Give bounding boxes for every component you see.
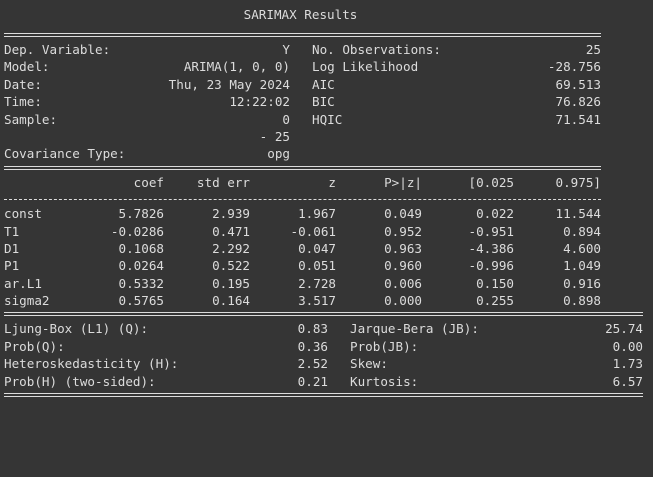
- coef-table-header: coef std err z P>|z| [0.025 0.975]: [4, 174, 649, 191]
- diagnostic-row: Ljung-Box (L1) (Q): 0.83 Jarque-Bera (JB…: [4, 320, 649, 337]
- info-row: Model: ARIMA(1, 0, 0) Log Likelihood -28…: [4, 58, 649, 75]
- model-info-section: Dep. Variable: Y No. Observations: 25 Mo…: [4, 41, 649, 163]
- info-right-value: 25: [585, 42, 601, 57]
- info-left-value: ARIMA(1, 0, 0): [183, 59, 290, 75]
- info-row: - 25: [4, 128, 649, 145]
- info-left-value: 0: [282, 111, 290, 127]
- table-row: const 5.7826 2.939 1.967 0.049 0.022 11.…: [4, 205, 649, 222]
- diagnostic-right-value: 6.57: [612, 373, 643, 389]
- column-header: 0.975]: [555, 174, 602, 190]
- diagnostic-row: Prob(H) (two-sided): 0.21 Kurtosis: 6.57: [4, 373, 649, 390]
- table-row: D1 0.1068 2.292 0.047 0.963 -4.386 4.600: [4, 240, 649, 257]
- sarimax-results-output: SARIMAX Results Dep. Variable: Y No. Obs…: [4, 0, 649, 401]
- info-right-value: 76.826: [555, 94, 602, 110]
- dashed-rule: [4, 199, 601, 201]
- diagnostic-right-value: 25.74: [605, 321, 643, 337]
- info-row: Time: 12:22:02 BIC 76.826: [4, 93, 649, 110]
- info-row: Sample: 0 HQIC 71.541: [4, 111, 649, 128]
- ci-high-cell: 0.916: [563, 275, 601, 291]
- info-right-value: -28.756: [547, 59, 601, 75]
- ci-high-cell: 1.049: [563, 258, 601, 274]
- table-row: T1 -0.0286 0.471 -0.061 0.952 -0.951 0.8…: [4, 223, 649, 240]
- info-left-value: Y: [282, 42, 290, 57]
- info-row: Covariance Type: opg: [4, 145, 649, 162]
- table-row: ar.L1 0.5332 0.195 2.728 0.006 0.150 0.9…: [4, 275, 649, 292]
- ci-high-cell: 0.894: [563, 223, 601, 239]
- ci-high-cell: 0.898: [563, 293, 601, 309]
- diagnostics-section: Ljung-Box (L1) (Q): 0.83 Jarque-Bera (JB…: [4, 320, 649, 390]
- double-rule: [4, 312, 643, 317]
- double-rule: [4, 393, 643, 398]
- info-right-value: 71.541: [555, 111, 602, 127]
- diagnostic-row: Prob(Q): 0.36 Prob(JB): 0.00: [4, 338, 649, 355]
- coef-table: coef std err z P>|z| [0.025 0.975] const…: [4, 174, 649, 310]
- diagnostic-left-value: 0.21: [297, 373, 328, 389]
- double-rule: [4, 165, 601, 170]
- info-row: Dep. Variable: Y No. Observations: 25: [4, 41, 649, 58]
- diagnostic-row: Heteroskedasticity (H): 2.52 Skew: 1.73: [4, 355, 649, 372]
- table-row: P1 0.0264 0.522 0.051 0.960 -0.996 1.049: [4, 257, 649, 274]
- diagnostic-left-value: 2.52: [297, 356, 328, 372]
- table-row: sigma2 0.5765 0.164 3.517 0.000 0.255 0.…: [4, 292, 649, 309]
- ci-high-cell: 4.600: [563, 240, 601, 256]
- info-left-value: 12:22:02: [229, 94, 290, 110]
- diagnostic-right-value: 0.00: [612, 338, 643, 354]
- ci-high-cell: 11.544: [555, 206, 602, 222]
- results-title-row: SARIMAX Results: [4, 0, 649, 30]
- info-right-value: 69.513: [555, 76, 602, 92]
- diagnostic-right-value: 1.73: [612, 356, 643, 372]
- info-left-value: - 25: [259, 128, 290, 144]
- info-left-value: opg: [267, 146, 290, 162]
- info-left-value: Thu, 23 May 2024: [168, 76, 290, 92]
- info-row: Date: Thu, 23 May 2024 AIC 69.513: [4, 76, 649, 93]
- results-title: SARIMAX Results: [243, 7, 358, 22]
- diagnostic-left-value: 0.36: [297, 338, 328, 354]
- double-rule: [4, 33, 601, 37]
- diagnostic-left-value: 0.83: [297, 321, 328, 337]
